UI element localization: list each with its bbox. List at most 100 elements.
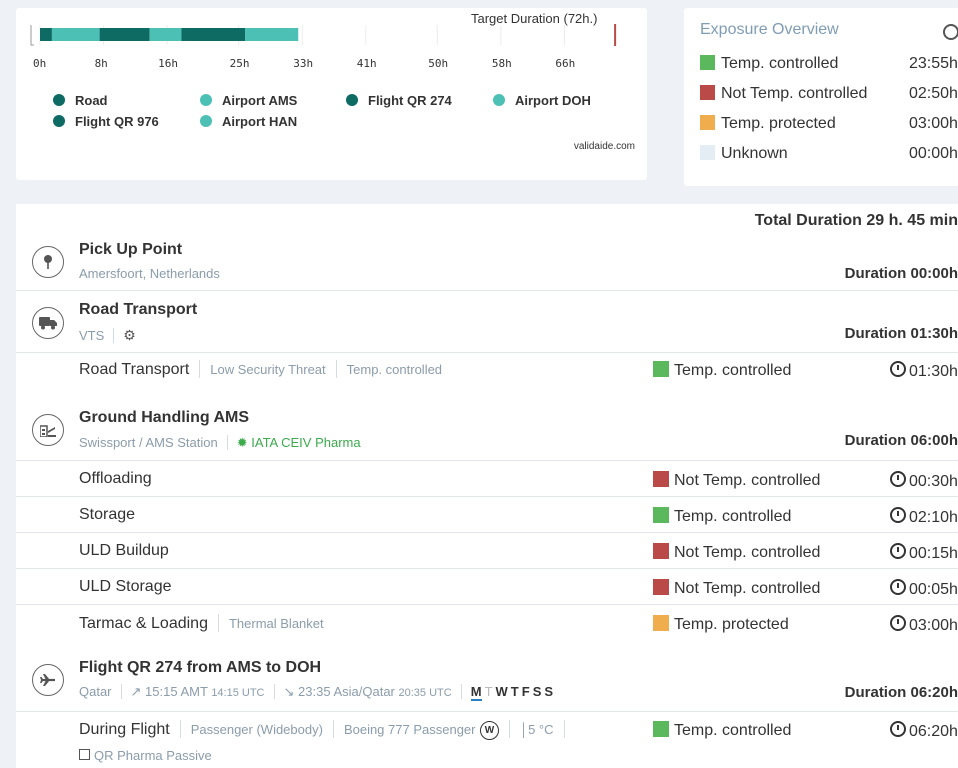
ground-provider: Swissport / AMS Station bbox=[79, 435, 218, 450]
shipment-details: Total Duration 29 h. 45 min Pick Up Poin… bbox=[16, 204, 958, 768]
row-tag: Boeing 777 Passenger bbox=[343, 722, 476, 737]
legend-item: Airport HAN bbox=[200, 114, 297, 129]
flight-title: Flight QR 274 from AMS to DOH bbox=[79, 659, 322, 676]
axis-tick-label: 50h bbox=[428, 57, 449, 70]
status-label: Not Temp. controlled bbox=[674, 472, 821, 489]
legend-label: Flight QR 976 bbox=[75, 114, 159, 129]
section-ground-handling[interactable]: Ground Handling AMS Swissport / AMS Stat… bbox=[16, 402, 958, 460]
time-value: 02:10h bbox=[909, 509, 958, 526]
row-label: Storage bbox=[79, 506, 136, 523]
departure-utc: 14:15 UTC bbox=[211, 687, 265, 699]
legend-item: Airport DOH bbox=[493, 93, 591, 108]
truck-icon bbox=[32, 307, 64, 339]
row-name: Offloading bbox=[79, 470, 152, 488]
exposure-swatch bbox=[700, 115, 715, 130]
row-label: ULD Storage bbox=[79, 578, 172, 595]
row-time: 00:30h bbox=[890, 471, 958, 491]
row-time: 06:20h bbox=[890, 721, 958, 741]
exposure-swatch bbox=[700, 55, 715, 70]
arrival-time: 23:35 Asia/Qatar bbox=[298, 684, 395, 699]
container-label: QR Pharma Passive bbox=[94, 748, 212, 763]
timeline-start-bracket bbox=[30, 25, 34, 46]
row-status: Temp. controlled bbox=[653, 721, 791, 740]
separator bbox=[335, 360, 337, 378]
pickup-title: Pick Up Point bbox=[79, 241, 183, 258]
separator bbox=[273, 684, 275, 699]
clock-icon bbox=[890, 721, 906, 737]
legend-item: Flight QR 274 bbox=[346, 93, 452, 108]
weekday-indicator: S bbox=[544, 684, 554, 699]
timeline-segment[interactable] bbox=[181, 28, 246, 41]
legend-item: Flight QR 976 bbox=[53, 114, 159, 129]
clock-icon bbox=[890, 507, 906, 523]
time-value: 00:05h bbox=[909, 581, 958, 598]
section-road-transport[interactable]: Road Transport VTS ⚙ Duration 01:30h bbox=[16, 294, 958, 352]
ground-handling-row[interactable]: Tarmac & Loading Thermal Blanket Temp. pro… bbox=[16, 605, 958, 641]
row-label: ULD Buildup bbox=[79, 542, 169, 559]
timeline-card: Target Duration (72h.) 0h 8h 16h 25h 33h 41h 5… bbox=[16, 8, 647, 180]
ground-cert[interactable]: IATA CEIV Pharma bbox=[251, 435, 360, 450]
status-label: Not Temp. controlled bbox=[674, 544, 821, 561]
row-status: Temp. controlled bbox=[653, 361, 791, 380]
status-swatch bbox=[653, 615, 669, 631]
exposure-label: Temp. protected bbox=[721, 115, 836, 132]
row-tag: Low Security Threat bbox=[210, 362, 326, 377]
section-flight[interactable]: Flight QR 274 from AMS to DOH Qatar ↗ 15:… bbox=[16, 653, 958, 711]
clock-icon bbox=[890, 543, 906, 559]
status-label: Not Temp. controlled bbox=[674, 580, 821, 597]
row-time: 02:10h bbox=[890, 507, 958, 527]
legend-dot bbox=[200, 94, 212, 106]
timeline-segment[interactable] bbox=[51, 28, 100, 41]
timeline-bar-chart bbox=[30, 24, 617, 46]
road-title: Road Transport bbox=[79, 301, 198, 318]
ground-handling-row[interactable]: ULD Storage Not Temp. controlled 00:05h bbox=[16, 569, 958, 605]
legend-label: Airport DOH bbox=[515, 93, 591, 108]
section-pickup[interactable]: Pick Up Point Amersfoort, Netherlands Du… bbox=[16, 234, 958, 290]
ground-handling-row[interactable]: ULD Buildup Not Temp. controlled 00:15h bbox=[16, 533, 958, 569]
timeline-segment[interactable] bbox=[245, 28, 299, 41]
takeoff-icon: ↗ bbox=[130, 684, 142, 699]
separator bbox=[508, 720, 510, 738]
exposure-time: 00:00h bbox=[909, 145, 958, 162]
separator bbox=[226, 435, 228, 450]
security-badge-icon[interactable]: ⚙ bbox=[123, 327, 136, 343]
clock-icon[interactable] bbox=[943, 24, 958, 40]
timeline-segment[interactable] bbox=[99, 28, 150, 41]
row-status: Not Temp. controlled bbox=[653, 471, 820, 490]
row-tag: Temp. controlled bbox=[346, 362, 443, 377]
axis-tick-label: 0h bbox=[33, 57, 47, 70]
pickup-duration: Duration 00:00h bbox=[844, 265, 958, 282]
flight-subtitle: Qatar ↗ 15:15 AMT 14:15 UTC ↘ 23:35 Asia/Q… bbox=[79, 684, 556, 701]
arrival-utc: 20:35 UTC bbox=[398, 687, 452, 699]
timeline-segment[interactable] bbox=[40, 28, 52, 41]
location-pin-icon bbox=[32, 246, 64, 278]
ground-subtitle: Swissport / AMS Station ✹ IATA CEIV Pharm… bbox=[79, 435, 361, 451]
ground-handling-row[interactable]: Storage Temp. controlled 02:10h bbox=[16, 497, 958, 533]
status-swatch bbox=[653, 361, 669, 377]
row-name: Storage bbox=[79, 506, 135, 524]
row-label: During Flight bbox=[79, 721, 170, 738]
exposure-swatch bbox=[700, 145, 715, 160]
road-duration: Duration 01:30h bbox=[844, 325, 958, 342]
axis-tick-label: 25h bbox=[229, 57, 250, 70]
weekday-indicator: S bbox=[532, 684, 542, 699]
status-label: Temp. controlled bbox=[674, 508, 792, 525]
road-transport-row[interactable]: Road Transport Low Security Threat Temp. c… bbox=[16, 354, 958, 390]
timeline-segment[interactable] bbox=[149, 28, 182, 41]
separator bbox=[120, 684, 122, 699]
during-flight-row[interactable]: During Flight Passenger (Widebody) Boeing … bbox=[16, 713, 958, 768]
axis-tick-label: 16h bbox=[158, 57, 178, 70]
exposure-overview-card: Exposure Overview Temp. controlled 23:55h… bbox=[684, 8, 958, 186]
ground-handling-row[interactable]: Offloading Not Temp. controlled 00:30h bbox=[16, 461, 958, 497]
row-name: During Flight Passenger (Widebody) Boeing … bbox=[79, 720, 575, 740]
time-value: 00:30h bbox=[909, 473, 958, 490]
target-duration-marker bbox=[614, 24, 617, 46]
departure-time: 15:15 AMT bbox=[145, 684, 208, 699]
weekday-indicator: M bbox=[470, 684, 482, 701]
legend-label: Road bbox=[75, 93, 108, 108]
flight-airline: Qatar bbox=[79, 684, 112, 699]
status-label: Temp. controlled bbox=[674, 362, 792, 379]
flight-duration: Duration 06:20h bbox=[844, 684, 958, 701]
exposure-row: Temp. protected 03:00h bbox=[700, 115, 958, 133]
weekday-indicator: W bbox=[495, 684, 508, 699]
